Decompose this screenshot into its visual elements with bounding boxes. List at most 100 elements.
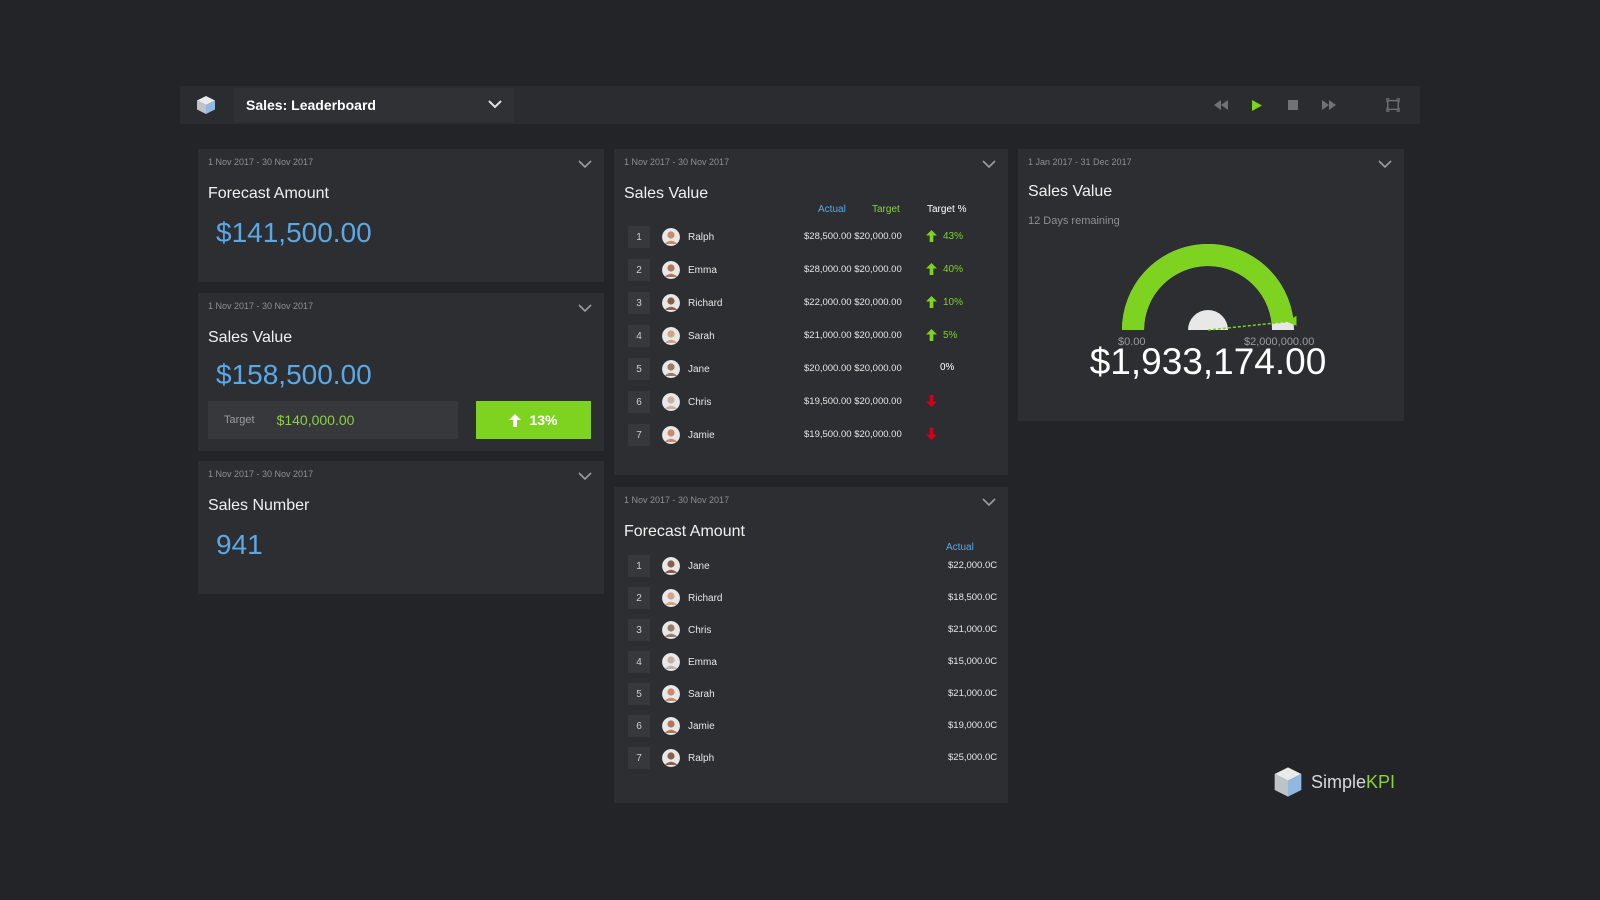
actual-value: $28,000.00 xyxy=(804,264,852,275)
avatar xyxy=(662,653,680,671)
rank-badge: 3 xyxy=(628,292,650,314)
actual-target-values: $28,500.00 $20,000.00 xyxy=(804,231,902,242)
date-range: 1 Jan 2017 - 31 Dec 2017 xyxy=(1028,157,1132,167)
avatar xyxy=(662,685,680,703)
gauge-needle-hub xyxy=(1188,310,1228,330)
leaderboard-row[interactable]: 6 Jamie xyxy=(628,713,798,739)
sales-leaderboard-card: 1 Nov 2017 - 30 Nov 2017 Sales Value Act… xyxy=(614,149,1008,475)
leaderboard-row[interactable]: 7 Ralph xyxy=(628,745,798,771)
actual-value: $20,000.00 xyxy=(804,363,852,374)
dashboard-selector[interactable]: Sales: Leaderboard xyxy=(234,88,514,122)
target-box: Target $140,000.00 xyxy=(208,401,458,439)
arrow-up-icon xyxy=(926,263,937,275)
cube-logo-icon xyxy=(180,86,232,124)
leaderboard-row[interactable]: 4 Emma xyxy=(628,649,798,675)
actual-value: $25,000.0C xyxy=(948,752,998,763)
actual-value: $21,000.00 xyxy=(804,330,852,341)
target-percent-cell: 0% xyxy=(940,362,954,373)
person-name: Sarah xyxy=(688,330,715,342)
rank-badge: 3 xyxy=(628,619,650,641)
person-name: Chris xyxy=(688,396,712,408)
actual-target-values: $22,000.00 $20,000.00 xyxy=(804,297,902,308)
chevron-down-icon[interactable] xyxy=(578,303,592,313)
percent-value: 40% xyxy=(943,263,964,275)
arrow-down-icon xyxy=(926,428,937,440)
chevron-down-icon[interactable] xyxy=(982,159,996,169)
arrow-down-icon xyxy=(926,395,937,407)
person-name: Jamie xyxy=(688,720,715,732)
person-name: Sarah xyxy=(688,688,715,700)
avatar xyxy=(662,228,680,246)
chevron-down-icon[interactable] xyxy=(578,471,592,481)
avatar xyxy=(662,749,680,767)
rank-badge: 4 xyxy=(628,651,650,673)
actual-value: $21,000.0C xyxy=(948,688,998,699)
actual-target-values: $19,500.00 $20,000.00 xyxy=(804,396,902,407)
actual-target-values: $20,000.00 $20,000.00 xyxy=(804,363,902,374)
actual-value: $22,000.00 xyxy=(804,297,852,308)
sales-gauge-card: 1 Jan 2017 - 31 Dec 2017 Sales Value 12 … xyxy=(1018,149,1404,421)
person-name: Ralph xyxy=(688,752,715,764)
column-header-target-percent: Target % xyxy=(927,204,967,215)
leaderboard-row[interactable]: 4 Sarah xyxy=(628,323,798,349)
sales-number-card: 1 Nov 2017 - 30 Nov 2017 Sales Number 94… xyxy=(198,461,604,594)
fullscreen-icon[interactable] xyxy=(1386,98,1400,112)
rank-badge: 5 xyxy=(628,358,650,380)
rank-badge: 7 xyxy=(628,424,650,446)
actual-value: $15,000.0C xyxy=(948,656,998,667)
target-percent-badge: 13% xyxy=(476,401,591,439)
fast-forward-icon[interactable] xyxy=(1322,98,1336,112)
days-remaining: 12 Days remaining xyxy=(1028,215,1120,227)
brand-name-kpi: KPI xyxy=(1366,771,1396,792)
leaderboard-row[interactable]: 3 Chris xyxy=(628,617,798,643)
leaderboard-row[interactable]: 1 Jane xyxy=(628,553,798,579)
leaderboard-row[interactable]: 3 Richard xyxy=(628,290,798,316)
date-range: 1 Nov 2017 - 30 Nov 2017 xyxy=(624,495,730,505)
rank-badge: 5 xyxy=(628,683,650,705)
person-name: Emma xyxy=(688,656,717,668)
person-name: Richard xyxy=(688,592,723,604)
avatar xyxy=(662,717,680,735)
leaderboard-row[interactable]: 5 Sarah xyxy=(628,681,798,707)
date-range: 1 Nov 2017 - 30 Nov 2017 xyxy=(624,157,730,167)
column-header-actual: Actual xyxy=(818,204,846,215)
rewind-icon[interactable] xyxy=(1214,98,1228,112)
sales-value-amount: $158,500.00 xyxy=(216,359,372,390)
person-name: Jamie xyxy=(688,429,715,441)
chevron-down-icon xyxy=(488,96,502,114)
arrow-up-icon xyxy=(926,329,937,341)
avatar xyxy=(662,294,680,312)
leaderboard-row[interactable]: 5 Jane xyxy=(628,356,798,382)
rank-badge: 4 xyxy=(628,325,650,347)
target-percent-cell: 10% xyxy=(926,296,963,308)
avatar xyxy=(662,261,680,279)
rank-badge: 1 xyxy=(628,226,650,248)
target-label: Target xyxy=(224,414,255,426)
rank-badge: 2 xyxy=(628,587,650,609)
target-percent: 13% xyxy=(529,412,558,428)
target-value: $140,000.00 xyxy=(276,412,355,428)
percent-value: 5% xyxy=(943,329,958,341)
card-title: Forecast Amount xyxy=(624,523,745,540)
play-icon[interactable] xyxy=(1250,98,1264,112)
leaderboard-row[interactable]: 6 Chris xyxy=(628,389,798,415)
avatar xyxy=(662,393,680,411)
chevron-down-icon[interactable] xyxy=(1378,159,1392,169)
rank-badge: 7 xyxy=(628,747,650,769)
leaderboard-row[interactable]: 2 Richard xyxy=(628,585,798,611)
actual-target-values: $21,000.00 $20,000.00 xyxy=(804,330,902,341)
forecast-amount-card: 1 Nov 2017 - 30 Nov 2017 Forecast Amount… xyxy=(198,149,604,282)
actual-value: $19,500.00 xyxy=(804,396,852,407)
target-value: $20,000.00 xyxy=(854,396,902,407)
target-value: $20,000.00 xyxy=(854,231,902,242)
chevron-down-icon[interactable] xyxy=(578,159,592,169)
stop-icon[interactable] xyxy=(1286,98,1300,112)
leaderboard-row[interactable]: 2 Emma xyxy=(628,257,798,283)
chevron-down-icon[interactable] xyxy=(982,497,996,507)
avatar xyxy=(662,327,680,345)
leaderboard-row[interactable]: 7 Jamie xyxy=(628,422,798,448)
avatar xyxy=(662,621,680,639)
leaderboard-row[interactable]: 1 Ralph xyxy=(628,224,798,250)
gauge-total-value: $1,933,174.00 xyxy=(1089,341,1327,382)
card-title: Forecast Amount xyxy=(208,185,329,202)
